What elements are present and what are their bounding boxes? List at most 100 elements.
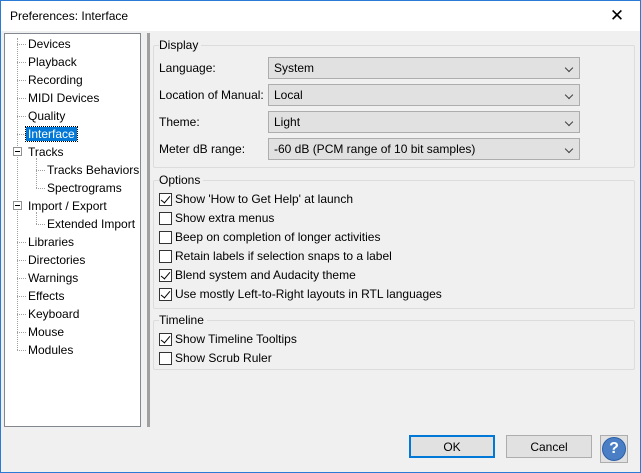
checkbox-label: Show Scrub Ruler bbox=[175, 351, 272, 365]
tree-item-modules[interactable]: Modules bbox=[26, 342, 75, 358]
show-extra-menus-checkbox[interactable]: Show extra menus bbox=[159, 210, 274, 226]
checkbox-label: Blend system and Audacity theme bbox=[175, 268, 356, 282]
tree-item-extended-import[interactable]: Extended Import bbox=[45, 216, 137, 232]
ltr-layouts-checkbox[interactable]: Use mostly Left-to-Right layouts in RTL … bbox=[159, 286, 442, 302]
close-icon[interactable]: ✕ bbox=[594, 1, 640, 31]
tree-connector bbox=[17, 242, 26, 243]
tree-item-label: Recording bbox=[28, 73, 83, 87]
tree-connector bbox=[17, 296, 26, 297]
checkbox-checked[interactable] bbox=[159, 192, 172, 206]
tree-connector bbox=[17, 62, 26, 63]
tree-item-warnings[interactable]: Warnings bbox=[26, 270, 80, 286]
preferences-tree[interactable]: Devices Playback Recording MIDI Devices … bbox=[4, 33, 141, 427]
tree-item-label: Effects bbox=[28, 289, 65, 303]
tree-item-devices[interactable]: Devices bbox=[26, 36, 73, 52]
tree-item-import-export[interactable]: Import / Export bbox=[26, 198, 109, 214]
window-title: Preferences: Interface bbox=[10, 9, 129, 23]
help-button[interactable]: ? bbox=[600, 435, 628, 463]
tree-item-spectrograms[interactable]: Spectrograms bbox=[45, 180, 124, 196]
tree-connector bbox=[17, 260, 26, 261]
tree-item-effects[interactable]: Effects bbox=[26, 288, 66, 304]
tree-item-label: Directories bbox=[28, 253, 86, 267]
checkbox-checked[interactable] bbox=[159, 332, 172, 346]
chevron-down-icon bbox=[564, 144, 574, 154]
interface-settings-panel: Display Language: System Location of Man… bbox=[150, 33, 638, 427]
title-bar: Preferences: Interface ✕ bbox=[1, 1, 640, 31]
tree-item-directories[interactable]: Directories bbox=[26, 252, 87, 268]
tree-item-tracks[interactable]: Tracks bbox=[26, 144, 66, 160]
checkbox-label: Show Timeline Tooltips bbox=[175, 332, 297, 346]
tree-item-label: Tracks bbox=[28, 145, 64, 159]
chevron-down-icon bbox=[564, 90, 574, 100]
retain-labels-checkbox[interactable]: Retain labels if selection snaps to a la… bbox=[159, 248, 392, 264]
checkbox-unchecked[interactable] bbox=[159, 230, 172, 244]
tree-item-midi-devices[interactable]: MIDI Devices bbox=[26, 90, 101, 106]
language-label: Language: bbox=[159, 61, 216, 75]
manual-location-label: Location of Manual: bbox=[159, 88, 264, 102]
tree-item-label: Playback bbox=[28, 55, 77, 69]
tree-item-label: Libraries bbox=[28, 235, 75, 249]
tree-item-label: Quality bbox=[28, 109, 66, 123]
tree-item-label: Import / Export bbox=[28, 199, 107, 213]
checkbox-label: Retain labels if selection snaps to a la… bbox=[175, 249, 392, 263]
ok-button[interactable]: OK bbox=[409, 435, 495, 458]
checkbox-label: Beep on completion of longer activities bbox=[175, 230, 381, 244]
checkbox-unchecked[interactable] bbox=[159, 249, 172, 263]
checkbox-label: Show 'How to Get Help' at launch bbox=[175, 192, 354, 206]
tree-item-quality[interactable]: Quality bbox=[26, 108, 67, 124]
checkbox-unchecked[interactable] bbox=[159, 351, 172, 365]
tree-item-libraries[interactable]: Libraries bbox=[26, 234, 76, 250]
timeline-group-title: Timeline bbox=[159, 313, 207, 327]
tree-item-interface[interactable]: Interface bbox=[25, 126, 78, 142]
theme-value: Light bbox=[274, 115, 301, 129]
tree-connector bbox=[17, 116, 26, 117]
collapse-tracks-icon[interactable] bbox=[13, 147, 22, 156]
tree-connector bbox=[17, 38, 18, 350]
checkbox-label: Show extra menus bbox=[175, 211, 275, 225]
blend-theme-checkbox[interactable]: Blend system and Audacity theme bbox=[159, 267, 356, 283]
tree-item-label: Modules bbox=[28, 343, 74, 357]
show-help-at-launch-checkbox[interactable]: Show 'How to Get Help' at launch bbox=[159, 191, 353, 207]
tree-item-tracks-behaviors[interactable]: Tracks Behaviors bbox=[45, 162, 141, 178]
tree-item-recording[interactable]: Recording bbox=[26, 72, 85, 88]
tree-item-label: Extended Import bbox=[47, 217, 136, 231]
meter-range-label: Meter dB range: bbox=[159, 142, 246, 156]
help-icon: ? bbox=[602, 437, 626, 461]
tree-item-label: Interface bbox=[25, 126, 78, 142]
theme-select[interactable]: Light bbox=[268, 111, 580, 133]
tree-connector bbox=[17, 278, 26, 279]
tree-item-label: Mouse bbox=[28, 325, 65, 339]
meter-range-value: -60 dB (PCM range of 10 bit samples) bbox=[274, 142, 476, 156]
show-timeline-tooltips-checkbox[interactable]: Show Timeline Tooltips bbox=[159, 331, 297, 347]
tree-item-keyboard[interactable]: Keyboard bbox=[26, 306, 81, 322]
show-scrub-ruler-checkbox[interactable]: Show Scrub Ruler bbox=[159, 350, 272, 366]
tree-connector bbox=[17, 98, 26, 99]
tree-connector bbox=[36, 188, 45, 189]
tree-connector bbox=[17, 350, 26, 351]
tree-connector bbox=[17, 44, 26, 45]
tree-connector bbox=[17, 134, 26, 135]
manual-location-select[interactable]: Local bbox=[268, 84, 580, 106]
tree-item-label: Tracks Behaviors bbox=[47, 163, 140, 177]
collapse-import-export-icon[interactable] bbox=[13, 201, 22, 210]
display-group-title: Display bbox=[159, 38, 202, 52]
checkbox-checked[interactable] bbox=[159, 287, 172, 301]
meter-range-select[interactable]: -60 dB (PCM range of 10 bit samples) bbox=[268, 138, 580, 160]
chevron-down-icon bbox=[564, 117, 574, 127]
language-select[interactable]: System bbox=[268, 57, 580, 79]
preferences-window: Preferences: Interface ✕ Devices Playbac… bbox=[0, 0, 641, 473]
tree-item-label: Spectrograms bbox=[47, 181, 122, 195]
tree-item-playback[interactable]: Playback bbox=[26, 54, 79, 70]
checkbox-unchecked[interactable] bbox=[159, 211, 172, 225]
tree-connector bbox=[36, 224, 45, 225]
tree-item-label: Devices bbox=[28, 37, 71, 51]
cancel-button[interactable]: Cancel bbox=[506, 435, 592, 458]
tree-connector bbox=[17, 332, 26, 333]
chevron-down-icon bbox=[564, 63, 574, 73]
tree-connector bbox=[17, 314, 26, 315]
tree-item-label: Keyboard bbox=[28, 307, 80, 321]
tree-item-mouse[interactable]: Mouse bbox=[26, 324, 66, 340]
beep-on-completion-checkbox[interactable]: Beep on completion of longer activities bbox=[159, 229, 380, 245]
checkbox-label: Use mostly Left-to-Right layouts in RTL … bbox=[175, 287, 442, 301]
checkbox-checked[interactable] bbox=[159, 268, 172, 282]
